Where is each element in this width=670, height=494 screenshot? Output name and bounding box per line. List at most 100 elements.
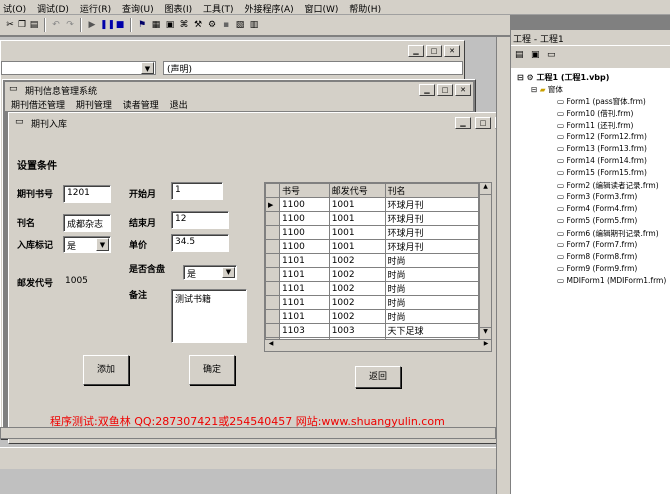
code-field[interactable]: 1201	[63, 185, 111, 203]
row-selector[interactable]: ▶	[265, 197, 280, 212]
run-icon[interactable]: ▶	[86, 19, 98, 31]
object-browser-icon[interactable]: ⌘	[178, 19, 190, 31]
close-button[interactable]: ✕	[444, 45, 460, 57]
visual-data-icon[interactable]: ▧	[234, 19, 246, 31]
grid-header-cell[interactable]: 书号	[278, 183, 330, 198]
grid-cell[interactable]: 天下足球	[384, 323, 480, 338]
grid-cell[interactable]: 1002	[328, 309, 386, 324]
menu-item[interactable]: 窗口(W)	[302, 0, 344, 15]
row-selector[interactable]	[266, 352, 280, 353]
grid-cell[interactable]: 1001	[328, 197, 386, 212]
grid-cell[interactable]: 1103	[279, 352, 329, 353]
close-button[interactable]: ✕	[455, 84, 471, 96]
table-row[interactable]: 1100 1001 环球月刊	[265, 225, 480, 240]
row-selector[interactable]	[265, 309, 280, 324]
row-selector[interactable]	[265, 281, 280, 296]
maximize-button[interactable]: □	[475, 117, 491, 129]
grid-cell[interactable]: 时尚	[384, 267, 480, 282]
tree-form-item[interactable]: ▭ Form5 (Form5.frm)	[557, 216, 637, 225]
grid-cell[interactable]: 1101	[278, 267, 330, 282]
add-button[interactable]: 添加	[83, 355, 129, 385]
grid-header-cell[interactable]: 刊名	[384, 183, 480, 198]
row-selector[interactable]	[265, 295, 280, 310]
row-selector[interactable]	[265, 225, 280, 240]
grid-cell[interactable]: 1002	[328, 295, 386, 310]
has-cd-select[interactable]: 是 ▼	[183, 265, 237, 280]
copy-icon[interactable]: ❐	[16, 19, 28, 31]
table-row[interactable]: 1100 1001 环球月刊	[265, 239, 480, 254]
grid-cell[interactable]: 时尚	[384, 309, 480, 324]
chevron-down-icon[interactable]: ▼	[141, 62, 154, 74]
ide-vscrollbar[interactable]	[496, 37, 510, 494]
menu-item[interactable]: 调试(D)	[34, 0, 74, 15]
properties-icon[interactable]: ▦	[150, 19, 162, 31]
grid-vscrollbar[interactable]: ▲ ▼	[479, 183, 491, 339]
grid-cell[interactable]: 1101	[278, 295, 330, 310]
chevron-down-icon[interactable]: ▼	[96, 238, 109, 251]
menu-item[interactable]: 外接程序(A)	[241, 0, 298, 15]
cut-icon[interactable]: ✂	[4, 19, 16, 31]
minimize-button[interactable]: ▁	[455, 117, 471, 129]
mdi-menu-item[interactable]: 退出	[170, 101, 188, 111]
procedure-combo[interactable]: (声明)	[163, 61, 463, 75]
grid-cell[interactable]: 1002	[328, 253, 386, 268]
collapse-icon[interactable]: ⊟	[517, 73, 524, 82]
end-month-field[interactable]: 12	[171, 211, 229, 229]
row-selector[interactable]	[265, 267, 280, 282]
grid-cell[interactable]: 1002	[328, 281, 386, 296]
table-row[interactable]: 11031003天下足球	[265, 323, 480, 338]
grid-cell[interactable]: 1001	[328, 239, 386, 254]
mdi-menu-item[interactable]: 期刊借还管理	[11, 101, 65, 111]
grid-cell[interactable]: 1003	[329, 352, 385, 353]
undo-icon[interactable]: ↶	[50, 19, 62, 31]
toolbox-icon[interactable]: ⚒	[192, 19, 204, 31]
table-row[interactable]: 11031003天下足球	[266, 352, 479, 353]
row-selector[interactable]	[265, 323, 280, 338]
tree-form-item[interactable]: ▭ Form12 (Form12.frm)	[557, 132, 647, 141]
redo-icon[interactable]: ↷	[64, 19, 76, 31]
tree-form-item[interactable]: ▭ Form6 (编辑期刊记录.frm)	[557, 228, 659, 239]
records-grid[interactable]: 书号 邮发代号 刊名 ▶ 1100 1001 环球月刊 1100 1001 环球月刊 1100…	[264, 182, 492, 352]
toggle-folders-icon[interactable]: ▭	[547, 50, 556, 60]
grid-cell[interactable]: 1100	[278, 225, 330, 240]
form-layout-icon[interactable]: ▣	[164, 19, 176, 31]
maximize-button[interactable]: □	[437, 84, 453, 96]
grid-hscrollbar[interactable]: ◀ ▶	[265, 339, 491, 351]
tree-form-item[interactable]: ▭ Form9 (Form9.frm)	[557, 264, 637, 273]
maximize-button[interactable]: □	[426, 45, 442, 57]
row-selector[interactable]	[265, 211, 280, 226]
scroll-down-icon[interactable]: ▼	[480, 327, 491, 339]
grid-cell[interactable]: 环球月刊	[384, 197, 480, 212]
grid-cell[interactable]: 时尚	[384, 253, 480, 268]
table-row[interactable]: 1101 1002 时尚	[265, 309, 480, 324]
table-row[interactable]: 1101 1002 时尚	[265, 267, 480, 282]
tree-form-item[interactable]: ▭ Form11 (还刊.frm)	[557, 120, 633, 131]
grid-cell[interactable]: 1100	[278, 239, 330, 254]
paste-icon[interactable]: ▤	[28, 19, 40, 31]
tree-form-item[interactable]: ▭ Form13 (Form13.frm)	[557, 144, 647, 153]
stock-flag-select[interactable]: 是 ▼	[63, 236, 111, 253]
pause-icon[interactable]: ❚❚	[100, 19, 115, 31]
grid-cell[interactable]: 1002	[328, 267, 386, 282]
name-field[interactable]: 成都杂志	[63, 214, 111, 232]
grid-cell[interactable]: 1100	[278, 197, 330, 212]
menu-item[interactable]: 试(O)	[0, 0, 31, 15]
row-selector[interactable]	[265, 253, 280, 268]
minimize-button[interactable]: ▁	[419, 84, 435, 96]
start-month-field[interactable]: 1	[171, 182, 223, 200]
component-icon[interactable]: ▪	[220, 19, 232, 31]
tree-form-item[interactable]: ▭ Form8 (Form8.frm)	[557, 252, 637, 261]
tree-form-item[interactable]: ▭ Form1 (pass窗体.frm)	[557, 96, 646, 107]
tree-form-item[interactable]: ▭ Form14 (Form14.frm)	[557, 156, 647, 165]
data-view-icon[interactable]: ⚙	[206, 19, 218, 31]
scroll-left-icon[interactable]: ◀	[265, 340, 277, 351]
table-row[interactable]: 1101 1002 时尚	[265, 281, 480, 296]
view-code-icon[interactable]: ▤	[515, 50, 524, 60]
minimize-button[interactable]: ▁	[408, 45, 424, 57]
confirm-button[interactable]: 确定	[189, 355, 235, 385]
chevron-down-icon[interactable]: ▼	[222, 267, 235, 278]
price-field[interactable]: 34.5	[171, 234, 229, 252]
grid-cell[interactable]: 1100	[278, 211, 330, 226]
grid-cell[interactable]: 时尚	[384, 295, 480, 310]
grid-header-cell[interactable]: 邮发代号	[328, 183, 386, 198]
